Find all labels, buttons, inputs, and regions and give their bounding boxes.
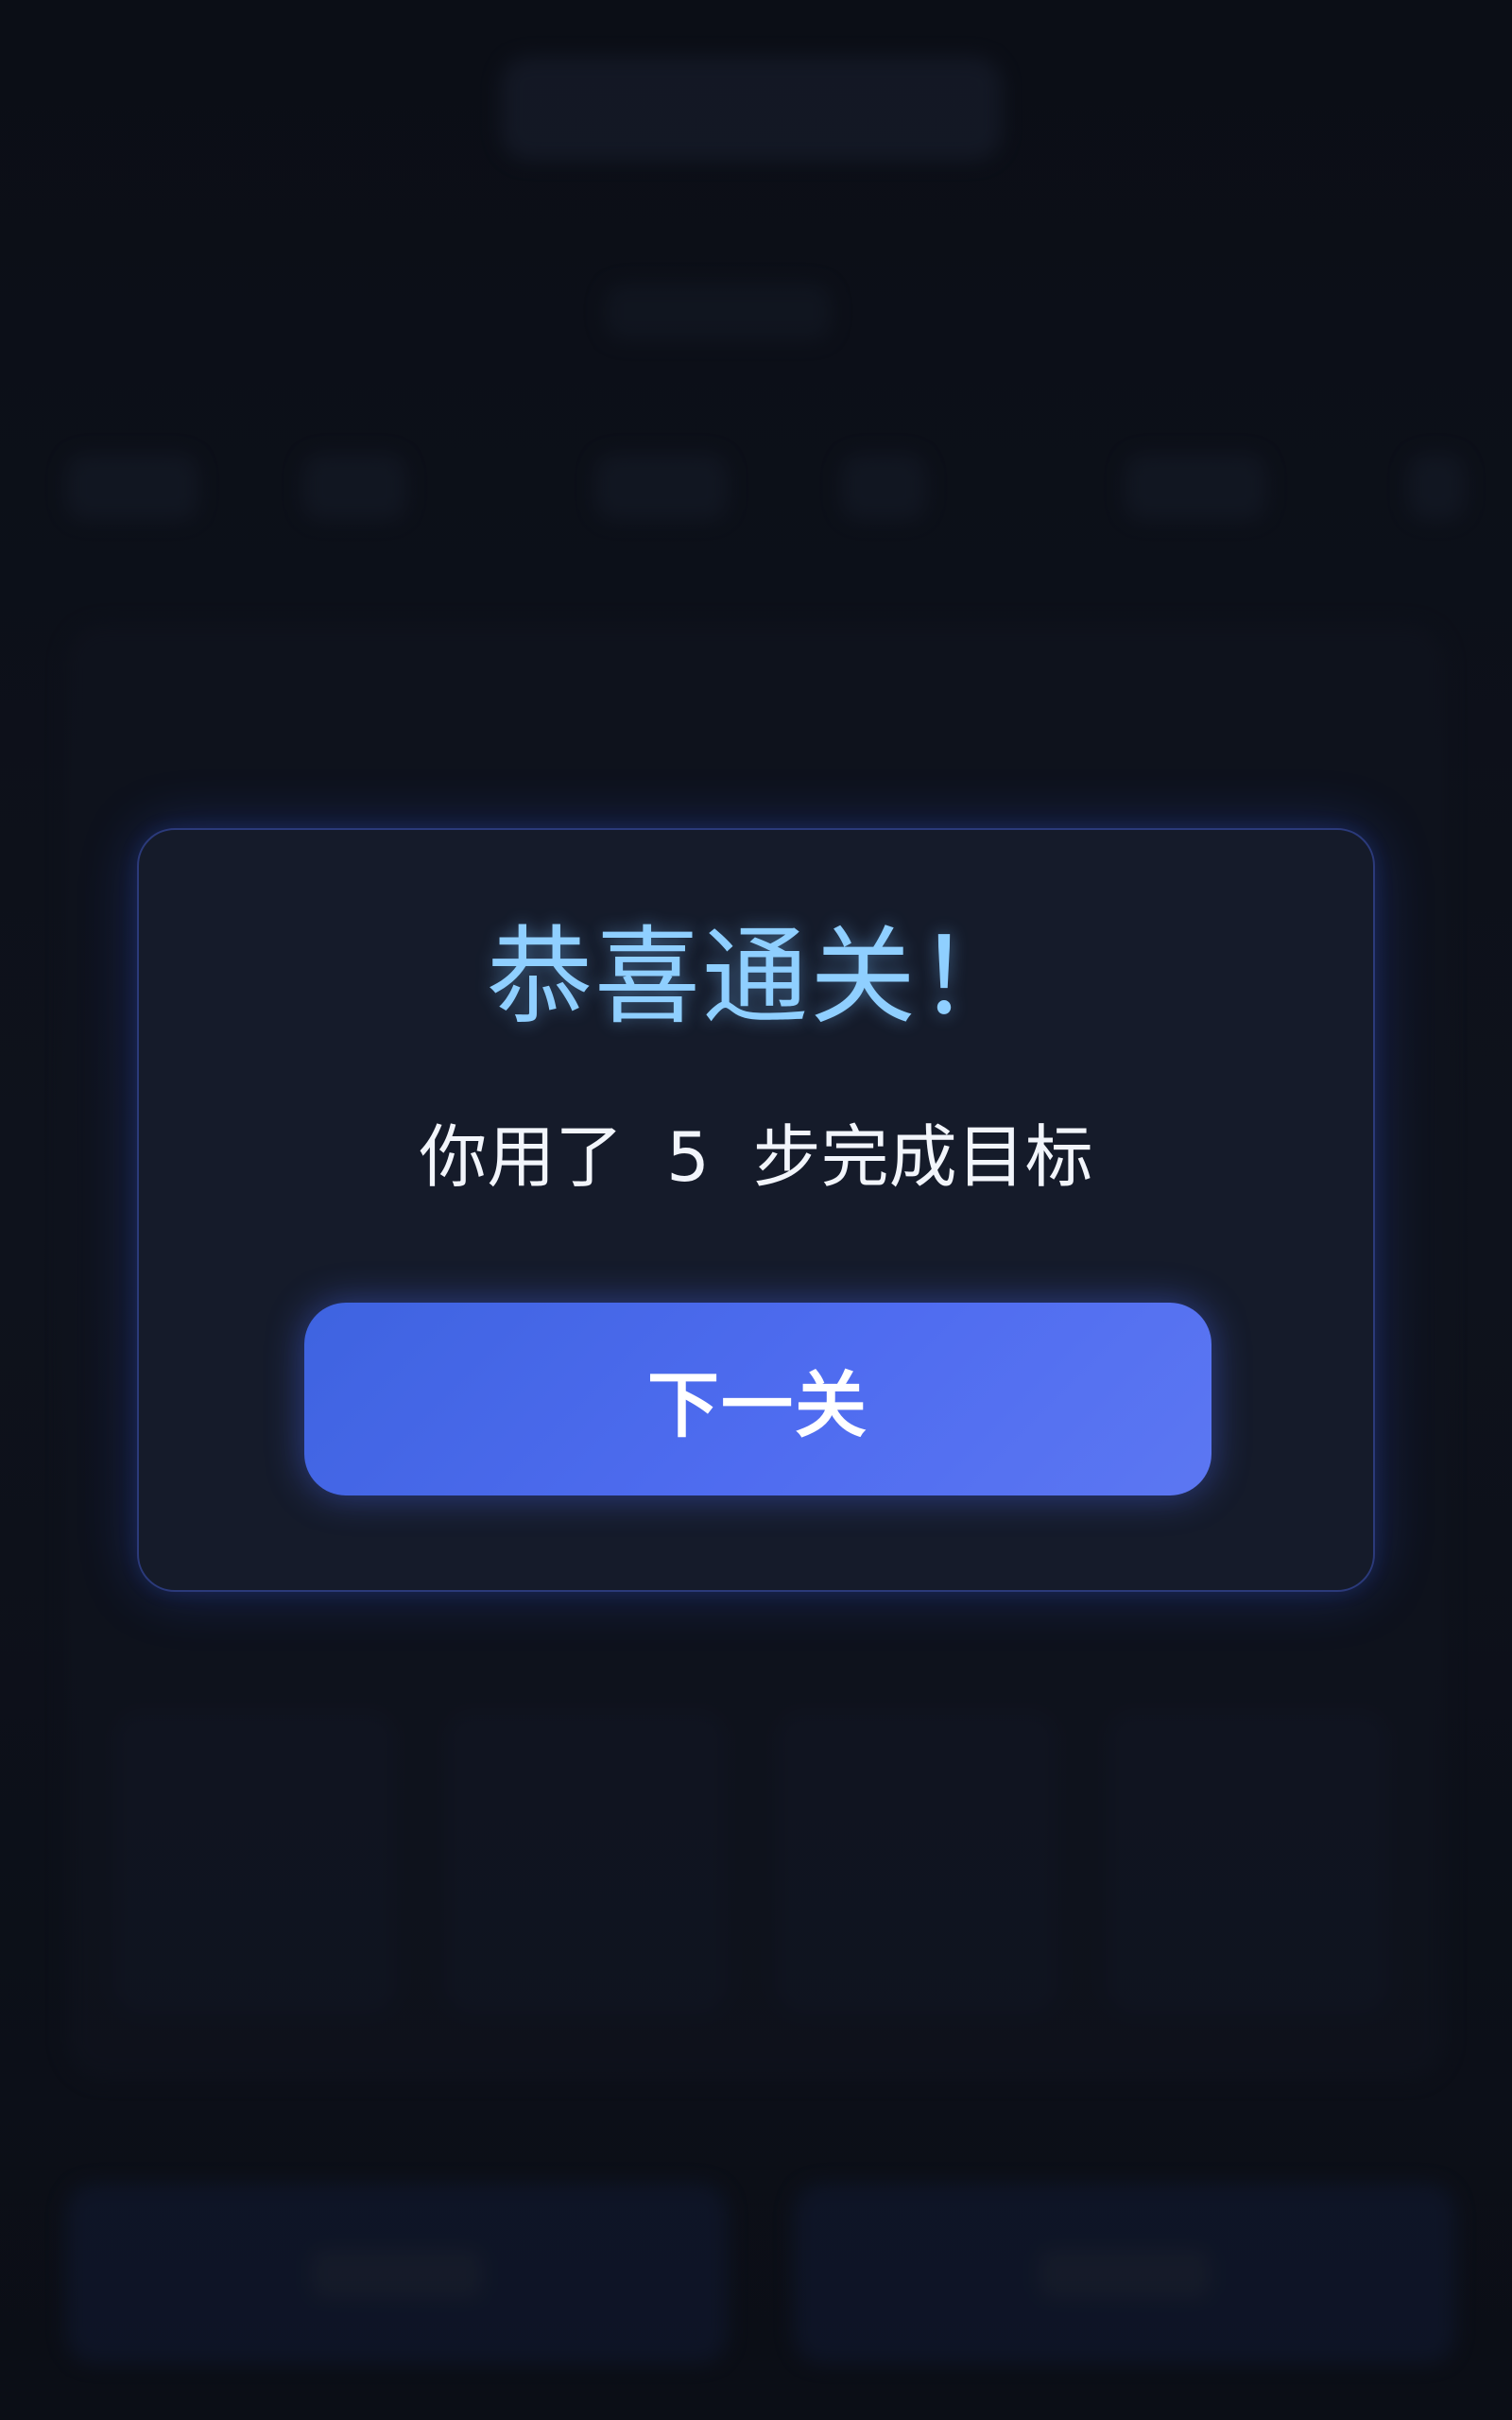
dialog-title: 恭喜通关！ (487, 916, 1025, 1039)
dialog-message: 你用了 5 步完成目标 (419, 1117, 1093, 1197)
background-stat (1408, 454, 1465, 520)
background-cell (775, 1711, 1058, 2014)
game-screen: 恭喜通关！ 你用了 5 步完成目标 下一关 (0, 0, 1512, 2420)
background-button (66, 2184, 728, 2363)
background-stat (302, 454, 406, 520)
background-cell (444, 1711, 728, 2014)
background-title-placeholder (501, 57, 1002, 161)
next-level-button-label: 下一关 (647, 1363, 868, 1447)
background-stat (1125, 454, 1266, 520)
level-complete-dialog: 恭喜通关！ 你用了 5 步完成目标 下一关 (137, 828, 1375, 1592)
next-level-button[interactable]: 下一关 (304, 1303, 1211, 1495)
background-cell (1106, 1711, 1389, 2014)
background-stat (841, 454, 926, 520)
background-subtitle-placeholder (605, 284, 832, 340)
background-button-label (1040, 2250, 1210, 2297)
background-stat (66, 454, 198, 520)
background-stat (595, 454, 728, 520)
background-button-label (312, 2250, 482, 2297)
background-button (794, 2184, 1455, 2363)
background-cell (113, 1711, 397, 2014)
